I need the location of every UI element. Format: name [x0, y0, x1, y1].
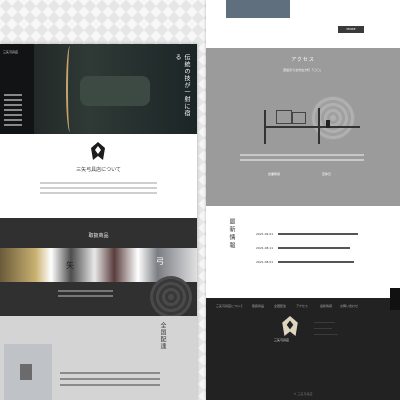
text-line: [58, 295, 113, 297]
text-line: [40, 192, 157, 194]
news-date[interactable]: 2021.08.01: [256, 260, 273, 264]
nav-link[interactable]: [4, 94, 22, 96]
footer-info-line: ————————: [314, 332, 338, 336]
news-date[interactable]: 2021.08.11: [256, 246, 273, 250]
text-line: [60, 384, 160, 386]
map-road: [318, 108, 320, 144]
news-headline[interactable]: [278, 247, 350, 249]
text-line: [60, 378, 160, 380]
delivery-copy: 全国配達: [159, 322, 166, 350]
nav-link[interactable]: [4, 99, 22, 101]
footer-nav-link[interactable]: 取扱商品: [252, 304, 264, 308]
text-line: [60, 372, 160, 374]
hero-copy: 伝統の技が一射に宿る: [174, 54, 190, 117]
site-footer: 三矢弓具店について 取扱商品 全国配達 アクセス 最新情報 お問い合わせ 三矢弓…: [206, 298, 400, 400]
delivery-section: 全国配達: [0, 316, 197, 400]
bow-illustration: [66, 46, 74, 132]
homepage-left-column: 三矢弓具店 伝統の技が一射に宿る 三矢弓具店について 取扱商品 矢 弓 全国配達: [0, 44, 197, 400]
more-button[interactable]: MORE: [338, 26, 364, 33]
crest-icon: [282, 316, 298, 336]
about-title: 三矢弓具店について: [76, 167, 121, 173]
about-section: 三矢弓具店について: [0, 134, 197, 218]
page-top-button[interactable]: [390, 288, 400, 310]
footer-nav-link[interactable]: 最新情報: [320, 304, 332, 308]
map-pin-icon: [326, 120, 330, 128]
footer-nav-link[interactable]: お問い合わせ: [340, 304, 358, 308]
crest-icon: [91, 142, 105, 160]
news-section: 最新情報 2021.09.01 2021.08.11 2021.08.01: [206, 206, 400, 298]
news-title: 最新情報: [228, 218, 235, 250]
footer-info-line: ——————: [314, 326, 332, 330]
nav-link[interactable]: [4, 114, 22, 116]
access-section: アクセス 愛媛県今治市伯方町「◯◯」 営業時間 定休日: [206, 48, 400, 206]
map-building: [276, 110, 292, 124]
footer-nav: 三矢弓具店について 取扱商品 全国配達 アクセス 最新情報 お問い合わせ: [206, 302, 400, 310]
map-road: [264, 126, 360, 128]
nav-link[interactable]: [4, 124, 22, 126]
target-rings-decoration: [150, 276, 192, 318]
news-date[interactable]: 2021.09.01: [256, 232, 273, 236]
access-address: 愛媛県今治市伯方町「◯◯」: [283, 68, 323, 72]
holiday-label: 定休日: [322, 172, 332, 176]
text-line: [40, 182, 157, 184]
products-section: 取扱商品 矢 弓: [0, 218, 197, 318]
text-line: [40, 187, 157, 189]
copyright-text: © 三矢弓具店: [293, 392, 313, 396]
footer-info-line: ———————: [314, 320, 335, 324]
text-line: [240, 154, 364, 156]
archer-photo: [80, 76, 150, 106]
nav-link[interactable]: [4, 104, 22, 106]
news-headline[interactable]: [278, 233, 358, 235]
footer-nav-link[interactable]: 全国配達: [274, 304, 286, 308]
footer-shop-name: 三矢弓具店: [274, 338, 290, 342]
nav-link[interactable]: [4, 109, 22, 111]
text-line: [58, 290, 113, 292]
side-nav: 三矢弓具店: [0, 44, 34, 134]
hero-section: 三矢弓具店 伝統の技が一射に宿る: [0, 44, 197, 134]
homepage-right-column: MORE アクセス 愛媛県今治市伯方町「◯◯」 営業時間 定休日 最新情報 20…: [206, 0, 400, 400]
products-title: 取扱商品: [88, 233, 109, 239]
news-headline[interactable]: [278, 261, 354, 263]
footer-nav-link[interactable]: アクセス: [296, 304, 308, 308]
site-logo[interactable]: 三矢弓具店: [3, 50, 29, 54]
truck-emblem-icon: [20, 364, 32, 380]
product-card-label[interactable]: 弓: [156, 256, 164, 267]
map-building: [292, 112, 306, 124]
product-card-label[interactable]: 矢: [66, 260, 74, 271]
access-title: アクセス: [291, 57, 315, 63]
nav-link[interactable]: [4, 119, 22, 121]
text-line: [240, 159, 364, 161]
top-section: MORE: [206, 0, 400, 48]
footer-nav-link[interactable]: 三矢弓具店について: [216, 304, 243, 308]
hours-label: 営業時間: [268, 172, 281, 176]
image-block: [226, 0, 290, 18]
